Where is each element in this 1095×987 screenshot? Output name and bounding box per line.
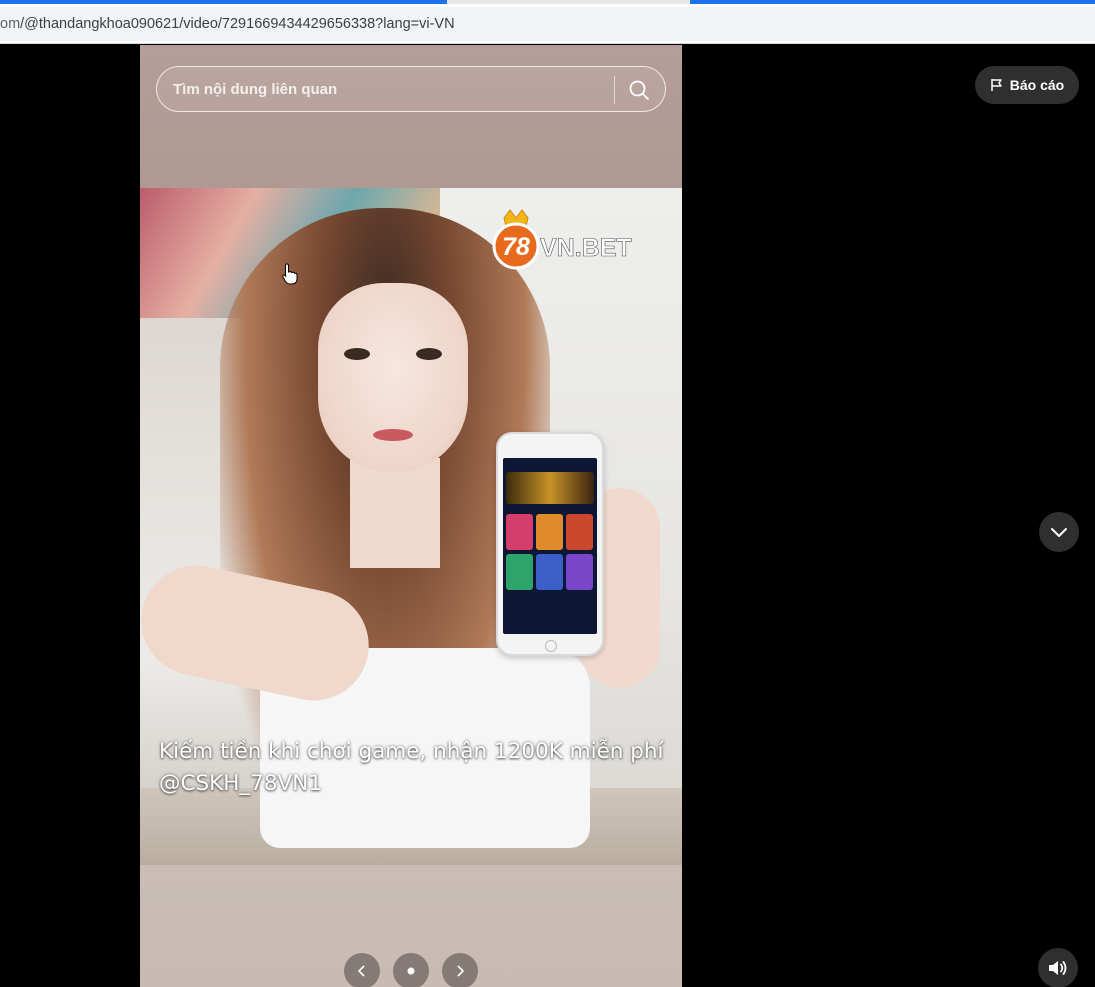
chevron-down-icon (1051, 528, 1067, 537)
slide-dot-button[interactable] (393, 953, 429, 987)
phone-screen (503, 458, 597, 634)
phone-app-tile (536, 514, 563, 550)
chevron-left-icon (357, 965, 365, 977)
report-button[interactable]: Báo cáo (975, 66, 1079, 104)
address-bar: om/@thandangkhoa090621/video/72916694344… (0, 4, 1095, 44)
lips (373, 429, 413, 441)
prev-slide-button[interactable] (344, 953, 380, 987)
crown-logo-icon: 78 VN.BET (492, 209, 632, 270)
search-bar (156, 66, 666, 112)
brand-logo: 78 VN.BET (488, 208, 638, 278)
video-frame: 78 VN.BET Kiếm tiền khi chơi game, nhận … (140, 188, 682, 865)
hand-cursor-icon (282, 263, 298, 285)
next-slide-button[interactable] (442, 953, 478, 987)
search-button[interactable] (620, 71, 658, 109)
search-divider (614, 76, 615, 104)
phone-app-tile (566, 514, 593, 550)
chevron-right-icon (457, 965, 465, 977)
left-eye (344, 348, 370, 360)
volume-icon (1049, 961, 1067, 975)
phone-home-button (545, 640, 557, 652)
dot-icon (407, 967, 415, 975)
search-input[interactable] (173, 67, 593, 111)
phone-app-banner (506, 472, 594, 504)
search-icon (629, 80, 649, 100)
svg-text:78: 78 (502, 233, 530, 261)
report-label: Báo cáo (1009, 77, 1065, 93)
person-neck (350, 458, 440, 568)
volume-button[interactable] (1038, 948, 1078, 987)
phone-in-hand (496, 432, 604, 656)
video-caption: Kiếm tiền khi chơi game, nhận 1200K miễn… (159, 736, 669, 800)
video-player[interactable]: 78 VN.BET Kiếm tiền khi chơi game, nhận … (140, 45, 682, 987)
url-text[interactable]: om/@thandangkhoa090621/video/72916694344… (0, 16, 455, 32)
next-video-button[interactable] (1039, 512, 1079, 552)
phone-app-tile (506, 554, 533, 590)
phone-app-tile (536, 554, 563, 590)
phone-app-tile (506, 514, 533, 550)
video-page: 78 VN.BET Kiếm tiền khi chơi game, nhận … (0, 45, 1095, 987)
caption-line: Kiếm tiền khi chơi game, nhận 1200K miễn… (159, 739, 664, 764)
person-face (318, 283, 468, 473)
svg-text:VN.BET: VN.BET (540, 234, 632, 262)
flag-icon (991, 79, 1002, 91)
url-field[interactable]: om/@thandangkhoa090621/video/72916694344… (0, 7, 1095, 41)
phone-app-tile (566, 554, 593, 590)
right-eye (416, 348, 442, 360)
caption-handle: @CSKH_78VN1 (159, 771, 323, 796)
